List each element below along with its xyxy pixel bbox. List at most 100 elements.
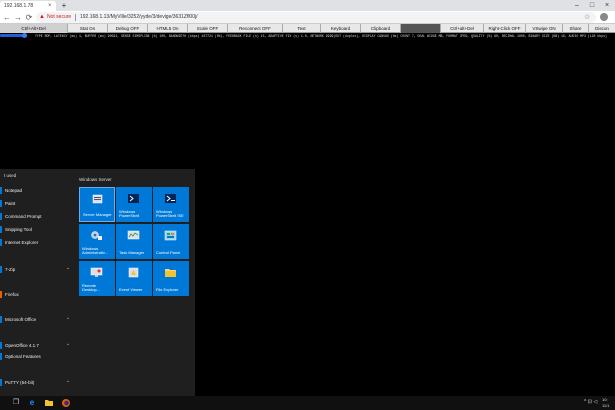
tile-label: Windows Administrativ... [82, 245, 108, 256]
window-close-icon[interactable]: × [600, 0, 614, 11]
tile-label: File Explorer [156, 287, 179, 293]
task-manager-icon [127, 230, 140, 240]
toolbar-button-share[interactable]: Share [563, 24, 589, 33]
app-icon-marker [0, 353, 2, 360]
server-manager-icon [92, 194, 103, 204]
url-text[interactable]: 192.168.1.13/MyVille/3252/yyde/3/devige/… [80, 12, 198, 23]
tab-close-icon[interactable]: × [48, 2, 54, 10]
app-list-item-snipping-tool[interactable]: Snipping Tool [5, 227, 32, 232]
chevron-down-icon[interactable]: ⌄ [66, 315, 70, 321]
toolbar-button-keyboard[interactable]: Keyboard [321, 24, 361, 33]
quality-slider-handle[interactable] [22, 33, 27, 38]
screen: 192.168.1.78 × + – □ × ← → ⟳ ▲ Not secur… [0, 0, 615, 410]
toolbar-button-html5[interactable]: HTML5 On [148, 24, 188, 33]
tab-title: 192.168.1.78 [4, 3, 34, 9]
toolbar-button-scale[interactable]: Scale OFF [188, 24, 228, 33]
app-icon-marker [0, 239, 2, 246]
tile-remote-desktop[interactable]: Remote Desktop... [79, 261, 115, 296]
browser-tab-strip: 192.168.1.78 × + – □ × [0, 0, 615, 11]
taskbar-clock[interactable]: 10: 11/1 [602, 397, 610, 409]
firefox-taskbar-icon[interactable] [61, 398, 71, 408]
system-tray[interactable]: ^ ⊡ ◁ [584, 399, 597, 405]
tile-label: Event Viewer [119, 287, 143, 293]
remote-desktop-icon [90, 267, 103, 277]
app-icon-marker [0, 200, 2, 207]
app-list-item-7zip[interactable]: 7-Zip [5, 267, 15, 272]
reload-icon[interactable]: ⟳ [24, 12, 34, 23]
tile-control-panel[interactable]: Control Panel [153, 224, 189, 259]
toolbar-button-ctrl-alt-del-left[interactable]: Ctrl+Alt+Del [0, 24, 68, 33]
tile-label: Task Manager [119, 250, 145, 256]
tile-label: Windows PowerShell ISE [156, 208, 184, 219]
app-icon-marker [0, 187, 2, 194]
app-list-item-paint[interactable]: Paint [5, 201, 15, 206]
app-list-item-openoffice[interactable]: OpenOffice 4.1.7 [5, 343, 39, 348]
bookmark-star-icon[interactable]: ☆ [584, 12, 590, 23]
app-icon-marker [0, 226, 2, 233]
url-field[interactable]: ▲ Not secure 192.168.1.13/MyVille/3252/y… [36, 12, 596, 23]
app-list-item-firefox[interactable]: Firefox [5, 292, 19, 297]
tile-windows-powershell[interactable]: Windows PowerShell [116, 187, 152, 222]
forward-icon[interactable]: → [13, 12, 23, 23]
tile-event-viewer[interactable]: Event Viewer [116, 261, 152, 296]
toolbar-button-text[interactable]: Text [283, 24, 321, 33]
admin-tools-icon [91, 231, 102, 240]
toolbar-button-debug[interactable]: Debug OFF [108, 24, 148, 33]
tile-task-manager[interactable]: Task Manager [116, 224, 152, 259]
clock-date: 11/1 [602, 403, 610, 408]
tile-windows-powershell-ise[interactable]: Windows PowerShell ISE [153, 187, 189, 222]
chevron-down-icon[interactable]: ⌄ [66, 378, 70, 384]
profile-avatar-icon[interactable] [600, 13, 608, 21]
toolbar-button-clipboard[interactable]: Clipboard [361, 24, 401, 33]
control-panel-icon [164, 230, 177, 241]
taskbar: ❐ e ^ ⊡ ◁ 10: 11/1 [0, 396, 615, 410]
new-tab-icon[interactable]: + [60, 2, 68, 10]
maximize-icon[interactable]: □ [585, 0, 599, 11]
chevron-down-icon[interactable]: ⌄ [66, 341, 70, 347]
start-menu: t used Notepad Paint Command Prompt Snip… [0, 169, 195, 396]
toolbar-button-vswipe[interactable]: VSwipe ON [526, 24, 563, 33]
toolbar-button-right-click[interactable]: Right-Click OFF [484, 24, 526, 33]
app-list-item-microsoft-office[interactable]: Microsoft Office [5, 317, 36, 322]
toolbar-button-disconnect[interactable]: Discon [589, 24, 615, 33]
toolbar-button-blank[interactable] [401, 24, 441, 33]
firefox-icon [0, 291, 2, 298]
tile-file-explorer[interactable]: File Explorer [153, 261, 189, 296]
internet-explorer-icon[interactable]: e [27, 398, 37, 408]
toolbar-button-stat[interactable]: Stat On [68, 24, 108, 33]
app-icon-marker [0, 213, 2, 220]
toolbar-button-reconnect[interactable]: Reconnect OFF [228, 24, 283, 33]
security-label[interactable]: Not secure [47, 12, 71, 23]
app-icon-marker [0, 316, 2, 323]
most-used-header: t used [4, 173, 17, 178]
file-explorer-taskbar-icon[interactable] [44, 398, 54, 408]
tile-server-manager[interactable]: Server Manager [79, 187, 115, 222]
minimize-icon[interactable]: – [570, 0, 584, 11]
app-icon-marker [0, 342, 2, 349]
tile-label: Control Panel [156, 250, 181, 256]
tile-windows-administrative-tools[interactable]: Windows Administrativ... [79, 224, 115, 259]
browser-tab[interactable]: 192.168.1.78 × [0, 1, 56, 11]
app-list-item-putty[interactable]: PuTTY (64-bit) [5, 380, 34, 385]
app-list-item-notepad[interactable]: Notepad [5, 188, 22, 193]
url-divider [75, 14, 76, 21]
powershell-ise-icon [165, 194, 176, 203]
connection-stats: TYPE RDP, LATENCY (ms) 1, BUFFER (ms) 90… [35, 34, 607, 38]
address-bar: ← → ⟳ ▲ Not secure 192.168.1.13/MyVille/… [0, 11, 615, 24]
app-list-item-command-prompt[interactable]: Command Prompt [5, 214, 42, 219]
event-viewer-icon [128, 267, 139, 278]
tile-group-header: Windows Server [79, 177, 112, 182]
app-icon-marker [0, 266, 2, 273]
app-list-item-internet-explorer[interactable]: Internet Explorer [5, 240, 38, 245]
app-icon-marker [0, 379, 2, 386]
tile-label: Windows PowerShell [119, 208, 140, 219]
toolbar-button-ctrl-alt-del[interactable]: Ctrl+alt+Del [441, 24, 484, 33]
back-icon[interactable]: ← [2, 12, 12, 23]
warning-icon: ▲ [39, 14, 45, 20]
chevron-down-icon[interactable]: ⌄ [66, 265, 70, 271]
task-view-icon[interactable]: ❐ [11, 398, 21, 408]
tile-label: Remote Desktop... [82, 282, 101, 293]
remote-toolbar: Ctrl+Alt+Del Stat On Debug OFF HTML5 On … [0, 24, 615, 33]
powershell-icon [128, 194, 139, 203]
app-list-item-optional-features[interactable]: Optional Features [5, 354, 41, 359]
